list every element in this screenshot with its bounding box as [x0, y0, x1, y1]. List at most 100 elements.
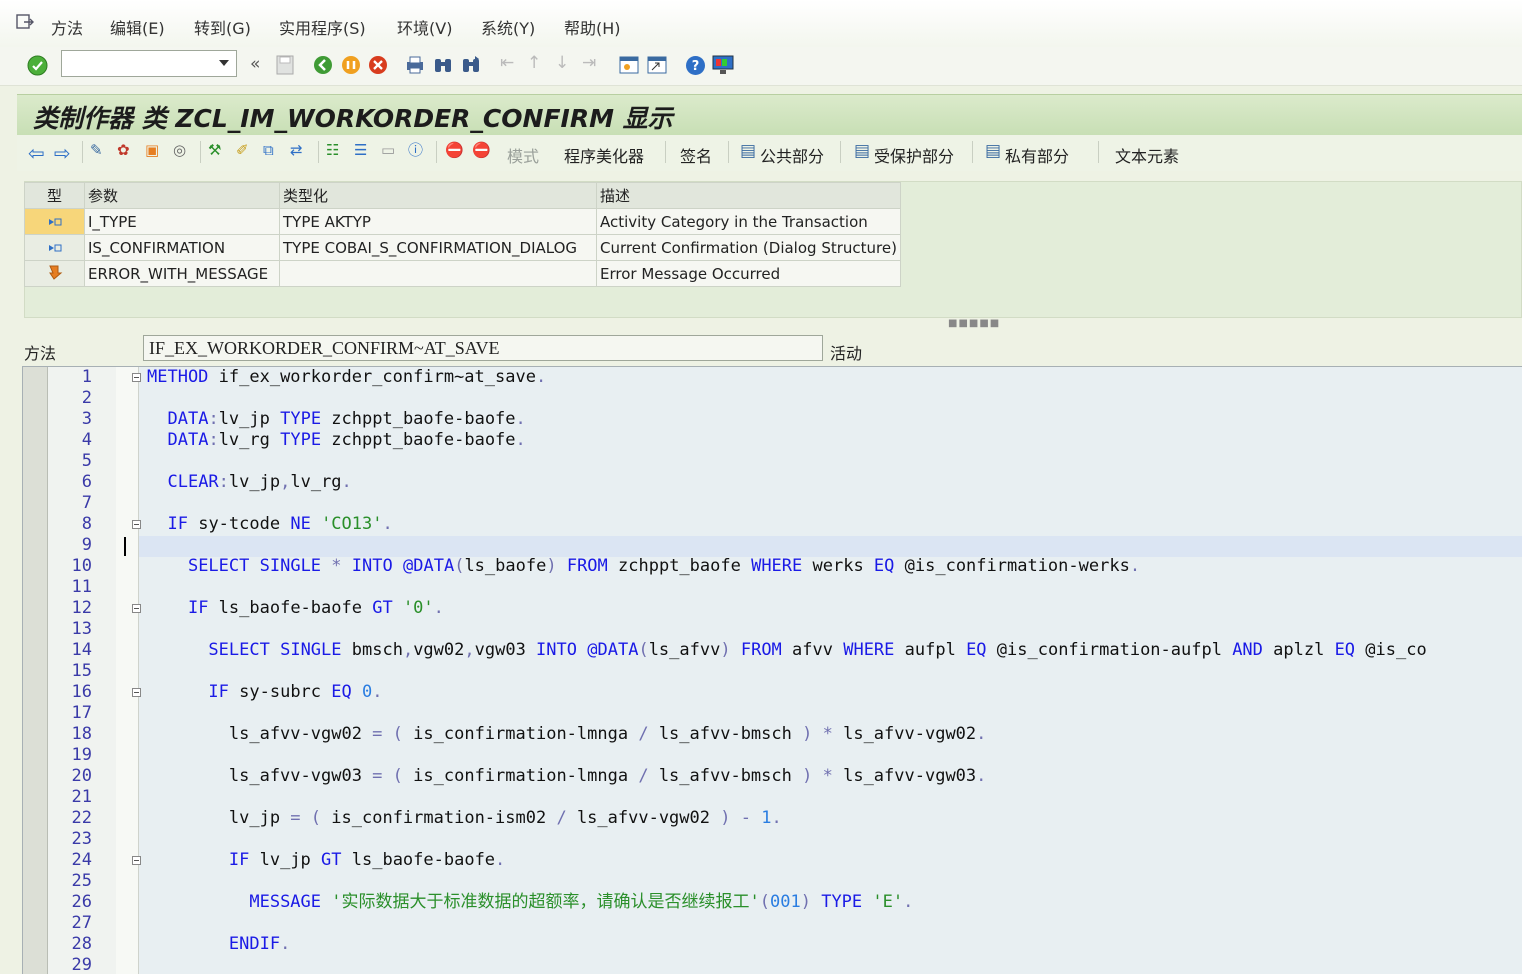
- code-line[interactable]: 11: [23, 577, 1522, 598]
- code-line[interactable]: 29: [23, 955, 1522, 974]
- code-line[interactable]: 28 ENDIF.: [23, 934, 1522, 955]
- back-arrow-icon[interactable]: ⇦: [28, 143, 45, 163]
- menu-goto[interactable]: 转到(G): [194, 15, 251, 39]
- param-typing[interactable]: TYPE AKTYP: [279, 208, 597, 235]
- menu-environment[interactable]: 环境(V): [397, 15, 452, 39]
- code-line[interactable]: 5: [23, 451, 1522, 472]
- code-line[interactable]: 10 SELECT SINGLE * INTO @DATA(ls_baofe) …: [23, 556, 1522, 577]
- info-icon[interactable]: ⓘ: [408, 143, 423, 158]
- enter-icon[interactable]: [27, 55, 48, 76]
- param-name[interactable]: I_TYPE: [84, 208, 280, 235]
- code-line[interactable]: 8 IF sy-tcode NE 'CO13'.: [23, 514, 1522, 535]
- code-line[interactable]: 16 IF sy-subrc EQ 0.: [23, 682, 1522, 703]
- collapse-command-icon[interactable]: «: [250, 56, 260, 73]
- code-line[interactable]: 19: [23, 745, 1522, 766]
- method-name-field[interactable]: IF_EX_WORKORDER_CONFIRM~AT_SAVE: [143, 335, 823, 361]
- object-list-icon[interactable]: ☷: [326, 143, 339, 158]
- col-param-header[interactable]: 参数: [84, 182, 280, 209]
- code-line[interactable]: 18 ls_afvv-vgw02 = ( is_confirmation-lmn…: [23, 724, 1522, 745]
- navigation-window-icon[interactable]: ☰: [354, 143, 367, 158]
- code-line[interactable]: 17: [23, 703, 1522, 724]
- code-line[interactable]: 2: [23, 388, 1522, 409]
- customize-layout-icon[interactable]: [712, 55, 734, 75]
- exit-yellow-icon[interactable]: [341, 55, 361, 75]
- code-line[interactable]: 15: [23, 661, 1522, 682]
- param-desc[interactable]: Activity Category in the Transaction: [596, 208, 901, 235]
- where-used-icon[interactable]: ⧉: [263, 143, 274, 158]
- col-typing-header[interactable]: 类型化: [279, 182, 597, 209]
- code-line[interactable]: 4 DATA:lv_rg TYPE zchppt_baofe-baofe.: [23, 430, 1522, 451]
- col-desc-header[interactable]: 描述: [596, 182, 901, 209]
- separator: [200, 141, 201, 163]
- code-line[interactable]: 14 SELECT SINGLE bmsch,vgw02,vgw03 INTO …: [23, 640, 1522, 661]
- test-icon[interactable]: ✐: [236, 143, 249, 158]
- breakpoint-icon[interactable]: ⛔: [445, 143, 464, 158]
- fold-toggle-icon[interactable]: [132, 688, 141, 697]
- col-type-header[interactable]: 型: [24, 182, 85, 209]
- code-line[interactable]: 26 MESSAGE '实际数据大于标准数据的超额率，请确认是否继续报工'(00…: [23, 892, 1522, 913]
- code-line[interactable]: 23: [23, 829, 1522, 850]
- find-next-icon[interactable]: [461, 55, 481, 75]
- param-typing[interactable]: TYPE COBAI_S_CONFIRMATION_DIALOG: [279, 234, 597, 261]
- code-line[interactable]: 6 CLEAR:lv_jp,lv_rg.: [23, 472, 1522, 493]
- private-section-button[interactable]: 私有部分: [1005, 143, 1069, 167]
- code-line[interactable]: 9: [23, 535, 1522, 556]
- code-line[interactable]: 27: [23, 913, 1522, 934]
- code-editor[interactable]: 1 METHOD if_ex_workorder_confirm~at_save.…: [22, 366, 1522, 974]
- session-breakpoint-icon[interactable]: ⛔: [472, 143, 491, 158]
- text-elements-button[interactable]: 文本元素: [1115, 143, 1179, 167]
- menu-method[interactable]: 方法: [51, 15, 83, 39]
- param-desc[interactable]: Error Message Occurred: [596, 260, 901, 287]
- param-name[interactable]: ERROR_WITH_MESSAGE: [84, 260, 280, 287]
- code-line[interactable]: 21: [23, 787, 1522, 808]
- fold-toggle-icon[interactable]: [132, 520, 141, 529]
- protected-section-button[interactable]: 受保护部分: [874, 143, 954, 167]
- display-change-icon[interactable]: ✎: [90, 143, 103, 158]
- table-row[interactable]: IS_CONFIRMATION TYPE COBAI_S_CONFIRMATIO…: [24, 234, 901, 261]
- code-line[interactable]: 7: [23, 493, 1522, 514]
- menu-help[interactable]: 帮助(H): [564, 15, 621, 39]
- cancel-icon[interactable]: [368, 55, 388, 75]
- fold-toggle-icon[interactable]: [132, 373, 141, 382]
- table-row[interactable]: ERROR_WITH_MESSAGE Error Message Occurre…: [24, 260, 901, 287]
- new-session-icon[interactable]: [619, 55, 639, 75]
- other-object-icon[interactable]: ▣: [145, 143, 159, 158]
- activate-icon[interactable]: ⚒: [208, 143, 221, 158]
- param-name[interactable]: IS_CONFIRMATION: [84, 234, 280, 261]
- splitter-handle[interactable]: ■■■■■: [948, 318, 1000, 329]
- navigate-icon[interactable]: ⇄: [290, 143, 303, 158]
- pretty-printer-button[interactable]: 程序美化器: [564, 143, 644, 167]
- print-icon[interactable]: [405, 55, 425, 75]
- public-section-button[interactable]: 公共部分: [760, 143, 824, 167]
- find-icon[interactable]: [433, 55, 453, 75]
- active-inactive-icon[interactable]: ✿: [117, 143, 130, 158]
- code-line[interactable]: 22 lv_jp = ( is_confirmation-ism02 / ls_…: [23, 808, 1522, 829]
- check-icon[interactable]: ◎: [173, 143, 186, 158]
- signature-button[interactable]: 签名: [680, 143, 712, 167]
- command-field[interactable]: [61, 50, 237, 77]
- code-line[interactable]: 25: [23, 871, 1522, 892]
- code-line[interactable]: 1 METHOD if_ex_workorder_confirm~at_save.: [23, 367, 1522, 388]
- shortcut-icon[interactable]: [647, 55, 667, 75]
- table-row[interactable]: I_TYPE TYPE AKTYP Activity Category in t…: [24, 208, 901, 235]
- fold-toggle-icon[interactable]: [132, 604, 141, 613]
- code-text: IF ls_baofe-baofe GT '0'.: [187, 598, 444, 618]
- code-line[interactable]: 12 IF ls_baofe-baofe GT '0'.: [23, 598, 1522, 619]
- forward-arrow-icon[interactable]: ⇨: [54, 143, 71, 163]
- param-typing[interactable]: [279, 260, 597, 287]
- menu-system[interactable]: 系统(Y): [481, 15, 535, 39]
- menu-edit[interactable]: 编辑(E): [110, 15, 165, 39]
- fold-toggle-icon[interactable]: [132, 856, 141, 865]
- back-icon[interactable]: [313, 55, 333, 75]
- dropdown-arrow-icon[interactable]: [219, 60, 229, 66]
- param-desc[interactable]: Current Confirmation (Dialog Structure): [596, 234, 901, 261]
- menu-utilities[interactable]: 实用程序(S): [279, 15, 366, 39]
- fullscreen-icon[interactable]: ▭: [381, 143, 395, 158]
- code-line[interactable]: 24 IF lv_jp GT ls_baofe-baofe.: [23, 850, 1522, 871]
- help-icon[interactable]: ?: [685, 55, 706, 76]
- code-line[interactable]: 3 DATA:lv_jp TYPE zchppt_baofe-baofe.: [23, 409, 1522, 430]
- line-number: 9: [81, 535, 92, 555]
- exit-icon[interactable]: [16, 14, 34, 30]
- code-line[interactable]: 13: [23, 619, 1522, 640]
- code-line[interactable]: 20 ls_afvv-vgw03 = ( is_confirmation-lmn…: [23, 766, 1522, 787]
